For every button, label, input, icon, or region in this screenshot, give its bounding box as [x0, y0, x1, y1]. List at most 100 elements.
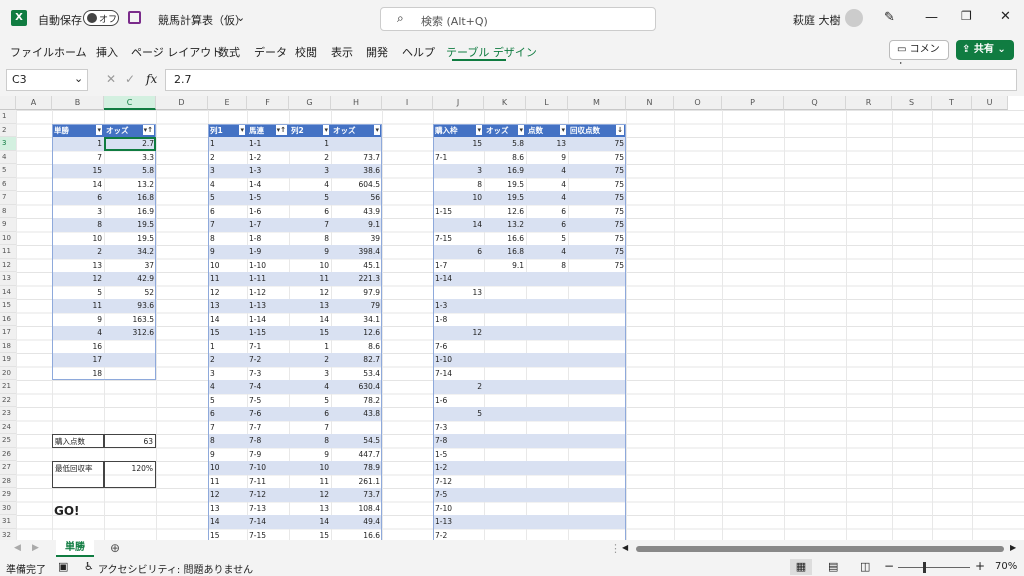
column-header-t[interactable]: T — [932, 96, 972, 110]
column-header-l[interactable]: L — [526, 96, 568, 110]
autosave-toggle[interactable]: オフ — [83, 10, 119, 26]
row-header-25[interactable]: 25 — [0, 434, 16, 448]
more-options-icon[interactable]: ⋮ — [610, 542, 621, 555]
row-header-22[interactable]: 22 — [0, 393, 16, 407]
tab-file[interactable]: ファイル — [10, 44, 54, 60]
column-header-n[interactable]: N — [626, 96, 674, 110]
column-header-s[interactable]: S — [892, 96, 932, 110]
save-icon[interactable] — [128, 11, 141, 24]
row-header-16[interactable]: 16 — [0, 312, 16, 326]
tab-formulas[interactable]: 数式 — [218, 44, 240, 60]
close-icon[interactable]: ✕ — [1000, 9, 1011, 24]
row-header-8[interactable]: 8 — [0, 204, 16, 218]
row-header-30[interactable]: 30 — [0, 501, 16, 515]
tab-home[interactable]: ホーム — [54, 44, 87, 60]
horizontal-scrollbar[interactable] — [636, 546, 1004, 552]
row-header-7[interactable]: 7 — [0, 191, 16, 205]
row-header-27[interactable]: 27 — [0, 461, 16, 475]
row-header-12[interactable]: 12 — [0, 258, 16, 272]
go-label[interactable]: GO! — [52, 502, 104, 520]
column-header-o[interactable]: O — [674, 96, 722, 110]
prev-sheet-icon[interactable]: ◀ — [14, 543, 21, 553]
row-header-9[interactable]: 9 — [0, 218, 16, 232]
column-header-g[interactable]: G — [289, 96, 331, 110]
column-header-m[interactable]: M — [568, 96, 626, 110]
file-name[interactable]: 競馬計算表（仮） — [158, 12, 246, 28]
row-header-28[interactable]: 28 — [0, 474, 16, 488]
row-header-10[interactable]: 10 — [0, 231, 16, 245]
min-return-value[interactable]: 120% — [104, 461, 156, 488]
macro-record-icon[interactable]: ▣ — [58, 560, 68, 573]
enter-icon[interactable]: ✓ — [125, 72, 135, 86]
row-header-2[interactable]: 2 — [0, 123, 16, 137]
zoom-in-icon[interactable]: + — [975, 559, 985, 573]
row-header-31[interactable]: 31 — [0, 515, 16, 529]
add-sheet-icon[interactable]: ⊕ — [110, 541, 120, 555]
worksheet-grid[interactable]: ABCDEFGHIJKLMNOPQRSTU 1 2 3 4 5 6 7 8 9 10 11 12 13 1… — [0, 96, 1024, 540]
column-header-i[interactable]: I — [382, 96, 433, 110]
tab-review[interactable]: 校閲 — [295, 44, 317, 60]
row-header-6[interactable]: 6 — [0, 177, 16, 191]
name-box[interactable]: C3 ⌄ — [6, 69, 88, 91]
row-header-18[interactable]: 18 — [0, 339, 16, 353]
user-name[interactable]: 萩庭 大樹 — [793, 12, 841, 28]
tab-developer[interactable]: 開発 — [366, 44, 388, 60]
scroll-right-icon[interactable]: ▶ — [1010, 543, 1016, 552]
column-header-q[interactable]: Q — [784, 96, 846, 110]
column-header-k[interactable]: K — [484, 96, 526, 110]
column-header-h[interactable]: H — [331, 96, 382, 110]
column-header-p[interactable]: P — [722, 96, 784, 110]
row-header-11[interactable]: 11 — [0, 245, 16, 259]
row-header-20[interactable]: 20 — [0, 366, 16, 380]
row-header-3[interactable]: 3 — [0, 137, 16, 151]
column-header-e[interactable]: E — [208, 96, 247, 110]
minimize-icon[interactable]: — — [925, 10, 938, 25]
page-layout-view-icon[interactable]: ▤ — [828, 560, 838, 573]
column-header-r[interactable]: R — [846, 96, 892, 110]
purchase-count-value[interactable]: 63 — [104, 434, 156, 448]
row-header-29[interactable]: 29 — [0, 488, 16, 502]
page-break-view-icon[interactable]: ◫ — [860, 560, 870, 573]
next-sheet-icon[interactable]: ▶ — [32, 543, 39, 553]
row-header-15[interactable]: 15 — [0, 299, 16, 313]
select-all-corner[interactable] — [0, 96, 16, 110]
purchase-count-label[interactable]: 購入点数 — [52, 434, 104, 448]
row-header-23[interactable]: 23 — [0, 407, 16, 421]
row-header-21[interactable]: 21 — [0, 380, 16, 394]
zoom-slider-thumb[interactable] — [923, 562, 926, 573]
row-header-26[interactable]: 26 — [0, 447, 16, 461]
tab-data[interactable]: データ — [254, 44, 287, 60]
column-header-c[interactable]: C — [104, 96, 156, 110]
zoom-slider[interactable] — [898, 567, 970, 568]
column-header-u[interactable]: U — [972, 96, 1008, 110]
comment-button[interactable]: ▭ コメント — [889, 40, 949, 73]
restore-icon[interactable]: ❐ — [961, 9, 972, 23]
avatar[interactable] — [845, 9, 863, 27]
row-header-13[interactable]: 13 — [0, 272, 16, 286]
row-header-5[interactable]: 5 — [0, 164, 16, 178]
column-header-a[interactable]: A — [16, 96, 52, 110]
accessibility-icon[interactable]: ♿ — [84, 560, 94, 573]
zoom-level[interactable]: 70% — [995, 561, 1017, 572]
tab-help[interactable]: ヘルプ — [402, 44, 435, 60]
search-box[interactable]: ⌕ 検索 (Alt+Q) — [380, 7, 656, 31]
row-header-4[interactable]: 4 — [0, 150, 16, 164]
row-header-17[interactable]: 17 — [0, 326, 16, 340]
tab-table-design[interactable]: テーブル デザイン — [446, 44, 537, 60]
column-header-f[interactable]: F — [247, 96, 289, 110]
share-button[interactable]: ⇪ 共有 ⌄ — [956, 40, 1014, 60]
cancel-icon[interactable]: ✕ — [106, 72, 116, 86]
column-header-j[interactable]: J — [433, 96, 484, 110]
column-header-d[interactable]: D — [156, 96, 208, 110]
normal-view-icon[interactable]: ▦ — [790, 559, 812, 575]
zoom-out-icon[interactable]: − — [884, 559, 894, 573]
column-header-b[interactable]: B — [52, 96, 104, 110]
row-header-32[interactable]: 32 — [0, 528, 16, 540]
row-header-14[interactable]: 14 — [0, 285, 16, 299]
tab-insert[interactable]: 挿入 — [96, 44, 118, 60]
row-header-19[interactable]: 19 — [0, 353, 16, 367]
tab-page-layout[interactable]: ページ レイアウト — [131, 44, 222, 60]
pen-icon[interactable]: ✎ — [884, 10, 895, 25]
sheet-tab-active[interactable]: 単勝 — [56, 540, 94, 557]
row-header-1[interactable]: 1 — [0, 110, 16, 124]
